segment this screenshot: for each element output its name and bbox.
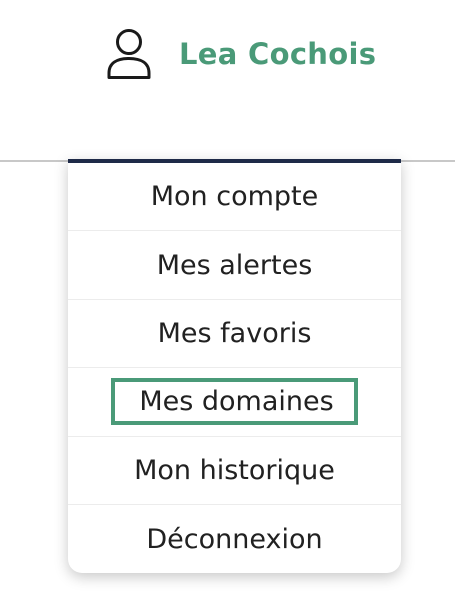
- menu-item-mon-compte[interactable]: Mon compte: [68, 163, 401, 232]
- user-icon: [106, 28, 152, 80]
- menu-item-label: Mes domaines: [111, 378, 358, 426]
- user-dropdown-menu: Mon compte Mes alertes Mes favoris Mes d…: [68, 159, 401, 573]
- header: Lea Cochois: [0, 0, 455, 162]
- menu-item-mes-domaines[interactable]: Mes domaines: [68, 368, 401, 437]
- user-menu-toggle[interactable]: Lea Cochois: [106, 28, 376, 80]
- menu-item-label: Déconnexion: [146, 523, 323, 555]
- menu-item-label: Mes alertes: [156, 249, 313, 281]
- menu-item-mon-historique[interactable]: Mon historique: [68, 437, 401, 505]
- menu-item-label: Mon historique: [134, 454, 335, 486]
- menu-item-mes-favoris[interactable]: Mes favoris: [68, 300, 401, 369]
- menu-item-deconnexion[interactable]: Déconnexion: [68, 505, 401, 573]
- user-name: Lea Cochois: [179, 37, 377, 71]
- menu-item-label: Mes favoris: [157, 317, 312, 349]
- menu-item-label: Mon compte: [150, 181, 319, 213]
- menu-item-mes-alertes[interactable]: Mes alertes: [68, 231, 401, 300]
